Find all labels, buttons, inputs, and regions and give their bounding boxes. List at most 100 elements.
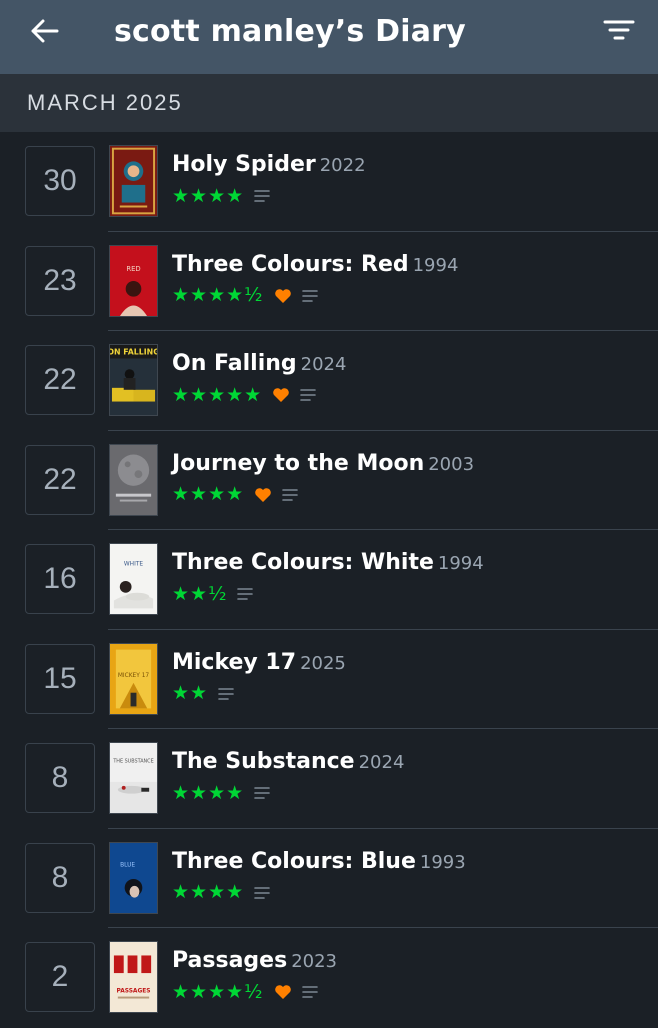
film-title: The Substance bbox=[172, 749, 355, 774]
title-line: Journey to the Moon 2003 bbox=[172, 450, 648, 476]
title-line: Three Colours: Red 1994 bbox=[172, 251, 648, 277]
star-rating: ★★★★ bbox=[172, 184, 245, 207]
title-line: Three Colours: White 1994 bbox=[172, 552, 648, 574]
back-button[interactable] bbox=[28, 14, 62, 48]
film-year: 2024 bbox=[358, 752, 405, 773]
film-title: Passages bbox=[172, 948, 288, 973]
film-year: 1994 bbox=[412, 254, 459, 276]
day-badge: 22 bbox=[25, 444, 95, 515]
entry-meta: ★★½ bbox=[172, 584, 648, 604]
entry-meta: ★★★★ bbox=[172, 783, 648, 803]
diary-entry-row[interactable]: 8 BLUE Three Colours: Blue 1993 ★★★★ bbox=[0, 829, 658, 929]
film-year: 1993 bbox=[419, 851, 466, 873]
diary-entry-row[interactable]: 15 MICKEY 17 Mickey 17 2025 ★★ bbox=[0, 630, 658, 730]
diary-entry-row[interactable]: 23 RED Three Colours: Red 1994 ★★★★½ bbox=[0, 232, 658, 332]
review-text-icon bbox=[254, 787, 270, 799]
review-text-icon bbox=[254, 190, 270, 202]
star-rating: ★★ bbox=[172, 682, 209, 704]
title-line: On Falling 2024 bbox=[172, 353, 648, 375]
diary-entry-row[interactable]: 16 WHITE Three Colours: White 1994 ★★½ bbox=[0, 530, 658, 630]
diary-entry-row[interactable]: 2 PASSAGES Passages 2023 ★★★★½ bbox=[0, 928, 658, 1028]
svg-text:ON FALLING: ON FALLING bbox=[110, 348, 157, 357]
star-rating: ★★★★★ bbox=[172, 383, 263, 406]
film-title: Mickey 17 bbox=[172, 649, 297, 675]
poster-image bbox=[110, 146, 157, 216]
film-title: Holy Spider bbox=[172, 152, 316, 177]
svg-text:MICKEY 17: MICKEY 17 bbox=[118, 673, 150, 679]
title-line: Holy Spider 2022 bbox=[172, 154, 648, 176]
title-line: The Substance 2024 bbox=[172, 751, 648, 773]
entry-meta: ★★★★½ bbox=[172, 286, 648, 306]
film-year: 2003 bbox=[428, 453, 475, 475]
star-rating: ★★★★ bbox=[172, 483, 245, 505]
poster-image: BLUE bbox=[110, 842, 157, 913]
back-arrow-icon bbox=[31, 19, 59, 43]
film-year: 1994 bbox=[437, 553, 484, 574]
month-section-header: MARCH 2025 bbox=[0, 74, 658, 132]
review-text-icon bbox=[300, 389, 316, 401]
entry-info: Three Colours: White 1994 ★★½ bbox=[172, 552, 648, 604]
heart-icon bbox=[274, 985, 291, 999]
entry-info: Holy Spider 2022 ★★★★ bbox=[172, 154, 648, 206]
heart-icon bbox=[255, 487, 271, 502]
poster-image: MICKEY 17 bbox=[110, 643, 157, 714]
review-text-icon bbox=[254, 886, 270, 899]
title-line: Three Colours: Blue 1993 bbox=[172, 850, 648, 873]
star-rating: ★★★★ bbox=[172, 881, 245, 903]
poster-image: PASSAGES bbox=[110, 942, 157, 1012]
poster-image: RED bbox=[110, 245, 157, 316]
poster-image bbox=[110, 444, 157, 515]
diary-entry-row[interactable]: 30 Holy Spider 2022 ★★★★ bbox=[0, 132, 658, 232]
entry-info: The Substance 2024 ★★★★ bbox=[172, 751, 648, 803]
day-badge: 8 bbox=[25, 743, 95, 813]
entry-info: Journey to the Moon 2003 ★★★★ bbox=[172, 450, 648, 505]
app-bar: scott manley’s Diary bbox=[0, 0, 658, 74]
journey-to-the-moon-poster bbox=[109, 443, 158, 516]
poster-image: THE SUBSTANCE bbox=[110, 743, 157, 813]
star-rating: ★★★★ bbox=[172, 781, 245, 804]
entry-meta: ★★★★ bbox=[172, 485, 648, 505]
entry-meta: ★★★★½ bbox=[172, 982, 648, 1002]
three-colours-blue-poster: BLUE bbox=[109, 841, 158, 914]
svg-text:BLUE: BLUE bbox=[120, 862, 135, 868]
day-badge: 8 bbox=[25, 842, 95, 913]
diary-entry-row[interactable]: 22 Journey to the Moon 2003 ★★★★ bbox=[0, 431, 658, 531]
diary-list: 30 Holy Spider 2022 ★★★★ 23 RED Three Col… bbox=[0, 132, 658, 1028]
mickey-17-poster: MICKEY 17 bbox=[109, 642, 158, 715]
film-year: 2023 bbox=[291, 951, 337, 972]
film-year: 2024 bbox=[300, 354, 347, 375]
star-rating: ★★★★½ bbox=[172, 980, 264, 1003]
film-year: 2022 bbox=[319, 155, 366, 176]
entry-info: On Falling 2024 ★★★★★ bbox=[172, 353, 648, 405]
film-year: 2025 bbox=[300, 652, 346, 674]
holy-spider-poster bbox=[109, 145, 158, 217]
three-colours-red-poster: RED bbox=[109, 244, 158, 317]
film-title: Three Colours: Red bbox=[172, 251, 409, 277]
page-title: scott manley’s Diary bbox=[114, 14, 466, 49]
review-text-icon bbox=[301, 986, 318, 998]
day-badge: 23 bbox=[25, 245, 95, 316]
review-text-icon bbox=[282, 488, 298, 501]
month-label: MARCH 2025 bbox=[27, 90, 183, 115]
entry-info: Three Colours: Blue 1993 ★★★★ bbox=[172, 850, 648, 903]
svg-text:RED: RED bbox=[126, 265, 140, 273]
poster-image: WHITE bbox=[110, 544, 157, 614]
diary-entry-row[interactable]: 8 THE SUBSTANCE The Substance 2024 ★★★★ bbox=[0, 729, 658, 829]
entry-meta: ★★★★ bbox=[172, 186, 648, 206]
title-line: Mickey 17 2025 bbox=[172, 649, 648, 675]
day-badge: 2 bbox=[25, 942, 95, 1012]
svg-text:PASSAGES: PASSAGES bbox=[116, 989, 150, 995]
filter-button[interactable] bbox=[600, 14, 638, 46]
entry-info: Three Colours: Red 1994 ★★★★½ bbox=[172, 251, 648, 306]
three-colours-white-poster: WHITE bbox=[109, 543, 158, 615]
review-text-icon bbox=[237, 588, 254, 600]
heart-icon bbox=[274, 288, 291, 303]
film-title: Journey to the Moon bbox=[172, 450, 425, 476]
entry-meta: ★★★★★ bbox=[172, 385, 648, 405]
star-rating: ★★★★½ bbox=[172, 284, 264, 306]
film-title: On Falling bbox=[172, 351, 297, 376]
svg-text:WHITE: WHITE bbox=[124, 561, 144, 567]
diary-entry-row[interactable]: 22 ON FALLING On Falling2024 ★★★★★ bbox=[0, 331, 658, 431]
on-falling-poster: ON FALLING bbox=[109, 344, 158, 416]
entry-meta: ★★ bbox=[172, 684, 648, 704]
